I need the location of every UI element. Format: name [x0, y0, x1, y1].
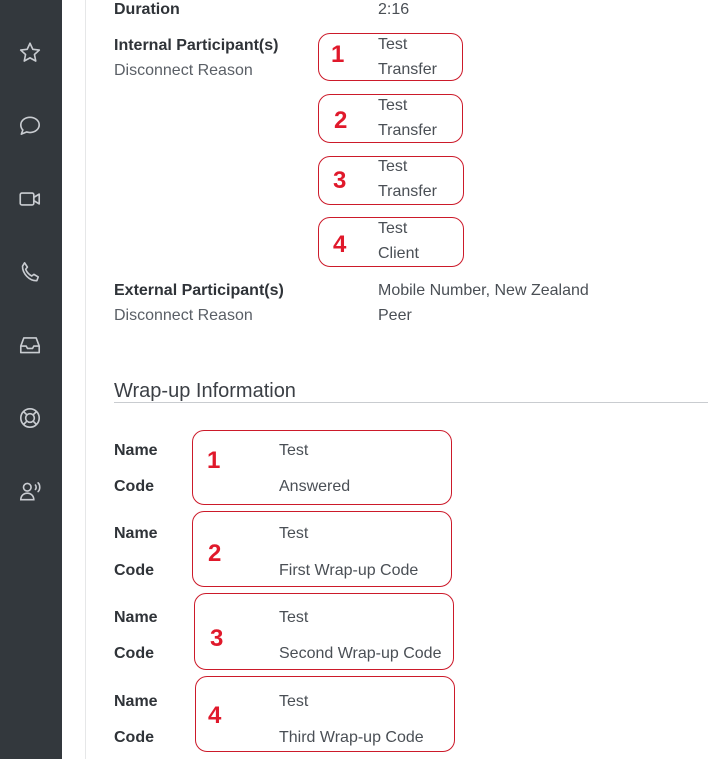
internal-disconnect-reason-label: Disconnect Reason: [114, 62, 253, 79]
duration-value: 2:16: [378, 1, 410, 18]
phone-icon[interactable]: [17, 259, 43, 285]
wrapup-section-title: Wrap-up Information: [114, 380, 296, 402]
annotation-number: 3: [210, 625, 224, 652]
lifebuoy-icon[interactable]: [17, 405, 43, 431]
internal-participant-name: Test: [378, 97, 408, 114]
internal-participants-label: Internal Participant(s): [114, 37, 279, 54]
wrapup-code-label: Code: [114, 645, 154, 662]
wrapup-name-label: Name: [114, 525, 158, 542]
internal-participant-reason: Transfer: [378, 61, 437, 78]
annotation-number: 1: [207, 447, 221, 474]
internal-participant-name: Test: [378, 158, 408, 175]
internal-participant-reason: Client: [378, 245, 419, 262]
wrapup-name-value: Test: [279, 693, 309, 710]
external-participant-value: Mobile Number, New Zealand: [378, 282, 589, 299]
wrapup-code-label: Code: [114, 478, 154, 495]
wrapup-name-value: Test: [279, 442, 309, 459]
wrapup-code-value: First Wrap-up Code: [279, 562, 419, 579]
internal-participant-reason: Transfer: [378, 122, 437, 139]
annotation-number: 4: [208, 702, 222, 729]
internal-participant-name: Test: [378, 220, 408, 237]
wrapup-name-label: Name: [114, 693, 158, 710]
wrapup-code-label: Code: [114, 562, 154, 579]
wrapup-name-label: Name: [114, 442, 158, 459]
annotation-number: 3: [333, 167, 347, 194]
duration-label: Duration: [114, 1, 180, 18]
wrapup-code-label: Code: [114, 729, 154, 746]
wrapup-code-value: Answered: [279, 478, 351, 495]
inbox-icon[interactable]: [17, 332, 43, 358]
wrapup-name-label: Name: [114, 609, 158, 626]
voice-agent-icon[interactable]: [17, 478, 43, 504]
section-divider: [114, 402, 708, 403]
annotation-number: 2: [334, 107, 348, 134]
external-disconnect-reason-value: Peer: [378, 307, 412, 324]
content-left-border: [85, 0, 86, 759]
star-icon[interactable]: [17, 40, 43, 66]
annotation-number: 1: [331, 41, 345, 68]
chat-bubble-icon[interactable]: [17, 113, 43, 139]
external-disconnect-reason-label: Disconnect Reason: [114, 307, 253, 324]
left-nav-sidebar: [0, 0, 62, 759]
wrapup-code-value: Second Wrap-up Code: [279, 645, 442, 662]
internal-participant-name: Test: [378, 36, 408, 53]
annotation-number: 2: [208, 540, 222, 567]
wrapup-name-value: Test: [279, 525, 309, 542]
video-icon[interactable]: [17, 186, 43, 212]
internal-participant-reason: Transfer: [378, 183, 437, 200]
external-participants-label: External Participant(s): [114, 282, 284, 299]
annotation-number: 4: [333, 231, 347, 258]
wrapup-name-value: Test: [279, 609, 309, 626]
wrapup-code-value: Third Wrap-up Code: [279, 729, 424, 746]
